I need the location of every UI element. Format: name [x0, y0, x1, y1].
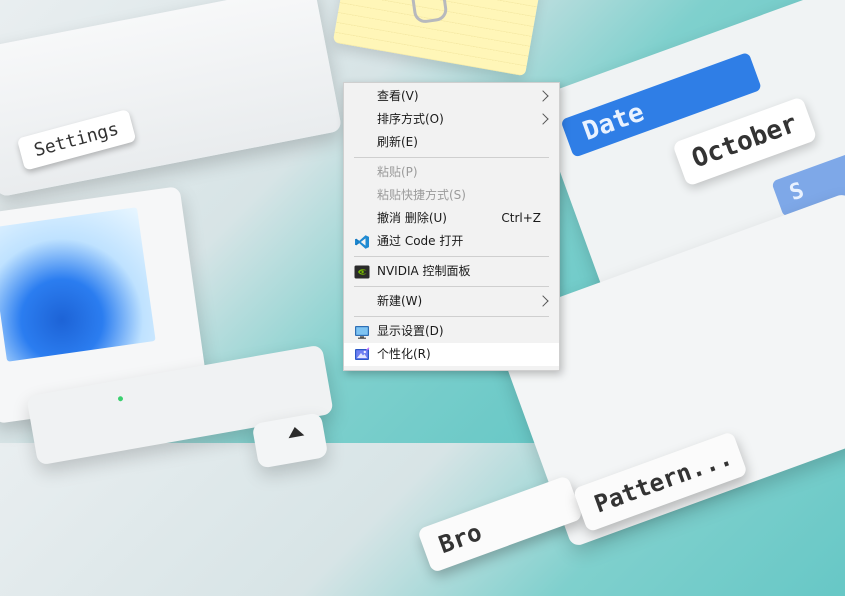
wallpaper-settings-label: Settings — [16, 109, 137, 171]
menu-item-personalize[interactable]: 个性化(R) — [344, 343, 559, 366]
personalize-icon — [355, 347, 370, 360]
menu-separator — [354, 316, 549, 317]
arrow-up-icon — [286, 425, 305, 439]
menu-item-display-settings[interactable]: 显示设置(D) — [344, 320, 559, 343]
wallpaper-button-2: Pattern... — [572, 431, 748, 533]
menu-item-view[interactable]: 查看(V) — [344, 85, 559, 108]
menu-item-label: 粘贴(P) — [377, 165, 418, 179]
menu-item-new[interactable]: 新建(W) — [344, 290, 559, 313]
menu-item-label: 排序方式(O) — [377, 112, 444, 126]
chevron-right-icon — [537, 295, 549, 307]
menu-item-label: 显示设置(D) — [377, 324, 444, 338]
menu-item-label: 个性化(R) — [377, 347, 431, 361]
menu-item-label: 刷新(E) — [377, 135, 418, 149]
menu-item-label: 查看(V) — [377, 89, 419, 103]
chevron-right-icon — [537, 113, 549, 125]
menu-item-refresh[interactable]: 刷新(E) — [344, 131, 559, 154]
menu-item-paste-shortcut[interactable]: 粘贴快捷方式(S) — [344, 184, 559, 207]
vscode-icon — [355, 235, 369, 249]
menu-item-nvidia-control-panel[interactable]: NVIDIA 控制面板 — [344, 260, 559, 283]
chevron-right-icon — [537, 90, 549, 102]
wallpaper-sticky-note — [332, 0, 543, 77]
menu-separator — [354, 286, 549, 287]
menu-item-label: NVIDIA 控制面板 — [377, 264, 471, 278]
wallpaper-bloom-image — [0, 207, 156, 362]
green-dot-icon — [117, 395, 124, 402]
wallpaper-button-1: Bro — [417, 475, 584, 574]
menu-item-open-with-code[interactable]: 通过 Code 打开 — [344, 230, 559, 253]
menu-item-undo-delete[interactable]: 撤消 删除(U) Ctrl+Z — [344, 207, 559, 230]
desktop-context-menu: 查看(V) 排序方式(O) 刷新(E) 粘贴(P) 粘贴快捷方式(S) 撤消 删… — [343, 82, 560, 371]
menu-item-shortcut: Ctrl+Z — [501, 211, 541, 225]
menu-item-label: 通过 Code 打开 — [377, 234, 464, 248]
display-settings-icon — [355, 326, 369, 339]
menu-item-label: 新建(W) — [377, 294, 423, 308]
nvidia-icon — [354, 265, 370, 279]
menu-separator — [354, 157, 549, 158]
menu-item-sort-by[interactable]: 排序方式(O) — [344, 108, 559, 131]
wallpaper-settings-card: Settings — [0, 0, 343, 198]
menu-item-label: 撤消 删除(U) — [377, 211, 447, 225]
paperclip-icon — [408, 0, 449, 25]
menu-item-paste[interactable]: 粘贴(P) — [344, 161, 559, 184]
menu-separator — [354, 256, 549, 257]
menu-item-label: 粘贴快捷方式(S) — [377, 188, 466, 202]
